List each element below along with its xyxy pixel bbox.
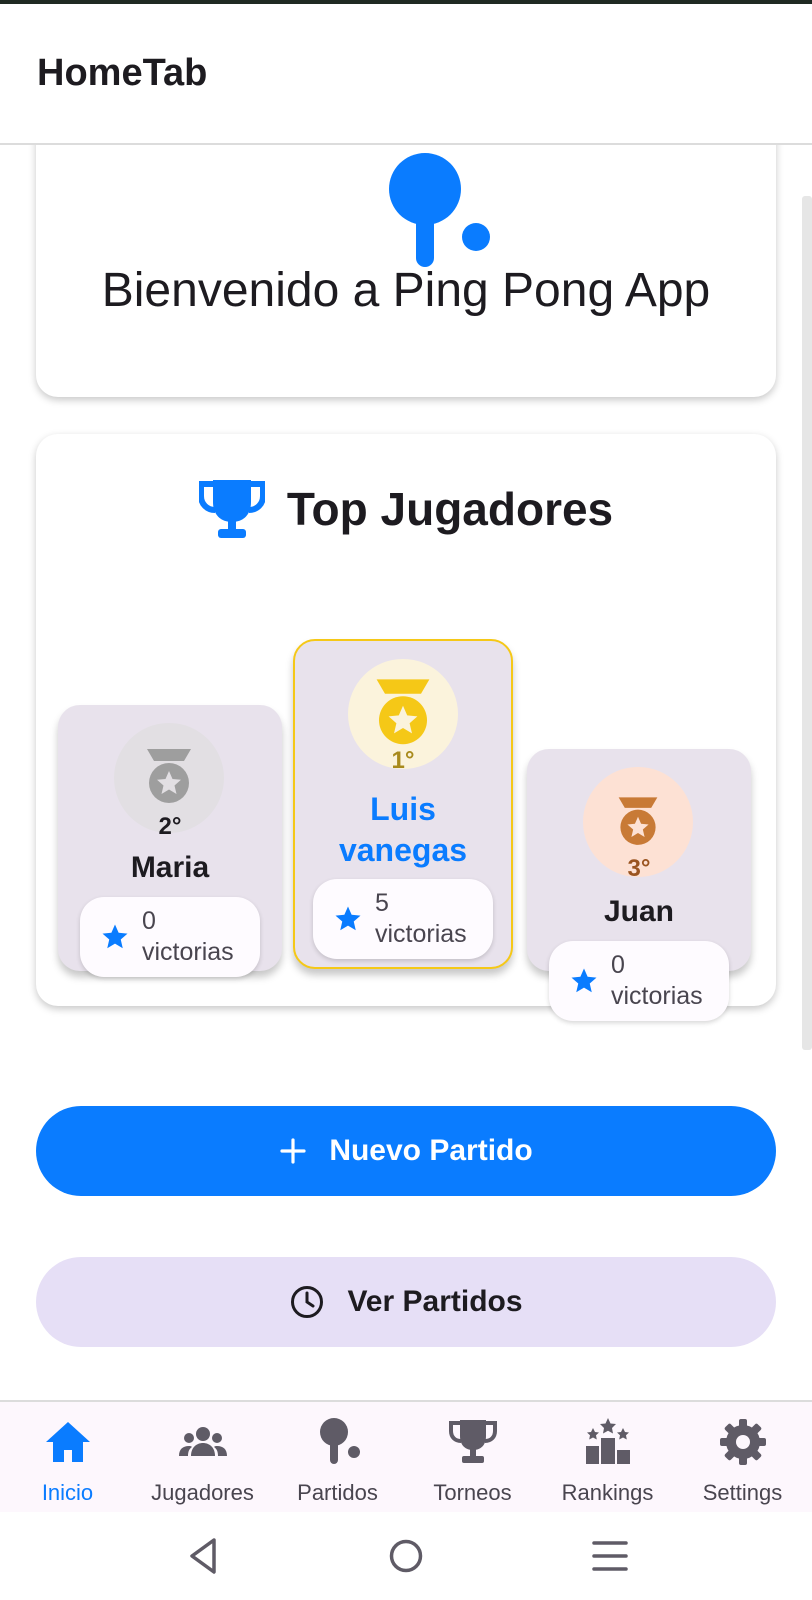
back-icon[interactable] xyxy=(182,1534,226,1578)
nav-item-inicio[interactable]: Inicio xyxy=(0,1402,135,1514)
welcome-text: Bienvenido a Ping Pong App xyxy=(101,264,711,317)
top-players-title: Top Jugadores xyxy=(286,483,614,535)
welcome-card: Bienvenido a Ping Pong App xyxy=(36,145,776,397)
podium-first-place[interactable]: 1° Luis vanegas 5 victorias xyxy=(293,639,513,969)
bottom-navigation: Inicio Jugadores Partidos Torneos Rankin… xyxy=(0,1400,812,1512)
wins-pill: 5 victorias xyxy=(313,879,493,959)
home-icon xyxy=(46,1422,90,1462)
nav-label: Jugadores xyxy=(151,1480,254,1505)
star-icon xyxy=(102,924,128,949)
gold-medal-icon xyxy=(376,679,430,745)
system-navigation-bar xyxy=(0,1512,812,1600)
nav-item-jugadores[interactable]: Jugadores xyxy=(135,1402,270,1514)
podium-third-place[interactable]: 3° Juan 0 victorias xyxy=(527,749,751,1021)
wins-count: 5 xyxy=(375,889,389,917)
app-bar: HomeTab xyxy=(0,4,812,145)
star-icon xyxy=(335,906,361,931)
home-content[interactable]: Bienvenido a Ping Pong App Top Jugadores… xyxy=(0,145,812,1400)
star-icon xyxy=(571,968,597,993)
player-name: Luis vanegas xyxy=(338,791,468,868)
trophy-icon xyxy=(198,480,265,538)
podium-second-place[interactable]: 2° Maria 0 victorias xyxy=(58,705,282,977)
wins-label: victorias xyxy=(611,982,703,1010)
player-name: Maria xyxy=(130,851,210,884)
wins-count: 0 xyxy=(611,951,625,979)
wins-count: 0 xyxy=(142,907,156,935)
new-match-label: Nuevo Partido xyxy=(329,1134,533,1167)
home-circle-icon[interactable] xyxy=(384,1534,428,1578)
plus-icon xyxy=(280,1138,306,1164)
view-matches-button[interactable]: Ver Partidos xyxy=(36,1257,776,1347)
gear-icon xyxy=(720,1419,766,1465)
ping-pong-icon xyxy=(389,153,490,267)
bronze-medal-icon xyxy=(618,797,658,845)
nav-item-rankings[interactable]: Rankings xyxy=(540,1402,675,1514)
rank-label: 1° xyxy=(391,747,415,774)
nav-label: Torneos xyxy=(433,1480,512,1505)
nav-item-torneos[interactable]: Torneos xyxy=(405,1402,540,1514)
nav-label: Inicio xyxy=(41,1480,94,1505)
wins-pill: 0 victorias xyxy=(549,941,729,1021)
nav-label: Rankings xyxy=(561,1480,654,1505)
wins-pill: 0 victorias xyxy=(80,897,260,977)
top-players-header: Top Jugadores xyxy=(36,474,776,544)
player-name: Juan xyxy=(603,895,675,928)
wins-label: victorias xyxy=(375,920,467,948)
page-title: HomeTab xyxy=(37,52,208,94)
nav-label: Partidos xyxy=(297,1480,378,1505)
rank-label: 2° xyxy=(158,813,182,840)
ping-pong-icon xyxy=(320,1418,360,1464)
new-match-button[interactable]: Nuevo Partido xyxy=(36,1106,776,1196)
recents-menu-icon[interactable] xyxy=(588,1534,632,1578)
rank-label: 3° xyxy=(627,855,651,882)
nav-item-settings[interactable]: Settings xyxy=(675,1402,810,1514)
top-players-card: Top Jugadores 2° Maria 0 victorias 1° Lu… xyxy=(36,434,776,1021)
scrollbar[interactable] xyxy=(802,196,812,1050)
nav-item-partidos[interactable]: Partidos xyxy=(270,1402,405,1514)
silver-medal-icon xyxy=(147,749,191,803)
wins-label: victorias xyxy=(142,938,234,966)
trophy-icon xyxy=(449,1420,497,1463)
clock-icon xyxy=(291,1286,324,1318)
nav-label: Settings xyxy=(702,1480,783,1505)
group-icon xyxy=(179,1427,227,1456)
view-matches-label: Ver Partidos xyxy=(347,1285,523,1318)
rankings-icon xyxy=(586,1418,630,1464)
